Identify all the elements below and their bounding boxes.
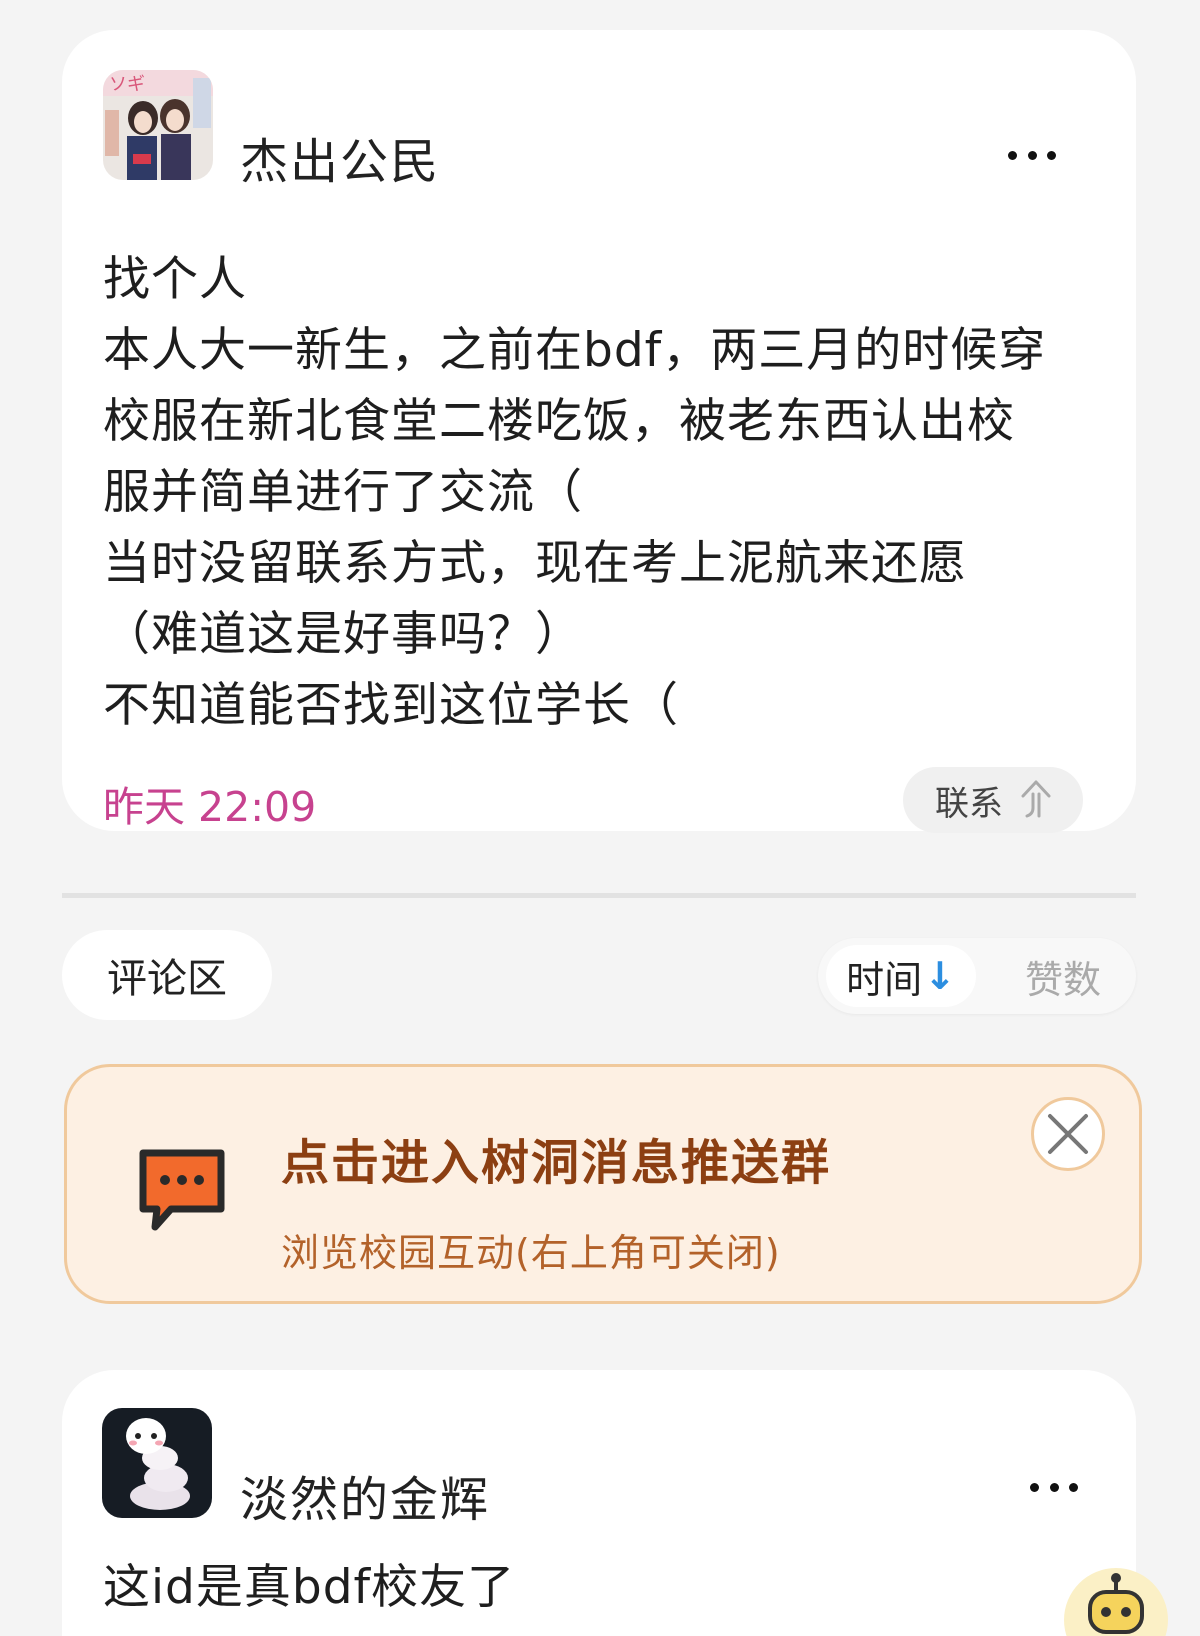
contact-label: 联系 <box>935 783 1003 824</box>
comment-author-avatar[interactable] <box>102 1408 212 1518</box>
section-divider <box>62 893 1136 898</box>
post-author-avatar[interactable]: ソギ <box>103 70 213 180</box>
comment-more-icon[interactable] <box>1024 1472 1084 1502</box>
assistant-bot-button[interactable] <box>1064 1568 1168 1636</box>
sort-toggle: 时间 ↓ 赞数 <box>818 938 1136 1014</box>
post-line: 服并简单进行了交流（ <box>103 465 583 520</box>
sort-by-likes-button[interactable]: 赞数 <box>1008 945 1118 1007</box>
chat-bubble-icon <box>137 1147 227 1237</box>
comment-author-name[interactable]: 淡然的金辉 <box>240 1460 490 1530</box>
post-line: （难道这是好事吗？） <box>103 607 583 662</box>
post-card: ソギ 杰出公民 找个人 本人大一新生，之前在bdf，两三月的时候穿 校服在新北食… <box>62 30 1136 833</box>
robot-icon <box>1088 1573 1144 1634</box>
post-line: 校服在新北食堂二楼吃饭，被老东西认出校 <box>103 394 1015 449</box>
comment-card: 淡然的金辉 这id是真bdf校友了 <box>62 1370 1136 1636</box>
post-line: 不知道能否找到这位学长（ <box>103 678 679 733</box>
post-line: 找个人 <box>103 252 247 307</box>
close-icon[interactable] <box>1031 1097 1105 1171</box>
share-icon <box>1019 778 1053 822</box>
post-author-name[interactable]: 杰出公民 <box>240 122 440 192</box>
post-content: 找个人 本人大一新生，之前在bdf，两三月的时候穿 校服在新北食堂二楼吃饭，被老… <box>103 244 1113 741</box>
post-timestamp: 昨天 22:09 <box>103 783 317 831</box>
push-group-banner[interactable]: 点击进入树洞消息推送群 浏览校园互动(右上角可关闭) <box>64 1064 1142 1304</box>
post-line: 当时没留联系方式，现在考上泥航来还愿 <box>103 536 967 591</box>
sort-time-label: 时间 <box>846 957 923 1002</box>
comment-text: 这id是真bdf校友了 <box>103 1560 516 1615</box>
post-more-icon[interactable] <box>1002 140 1062 170</box>
banner-title: 点击进入树洞消息推送群 <box>281 1135 832 1191</box>
post-line: 本人大一新生，之前在bdf，两三月的时候穿 <box>103 323 1047 378</box>
contact-button[interactable]: 联系 <box>903 767 1083 833</box>
comments-section-title: 评论区 <box>62 930 272 1020</box>
banner-subtitle: 浏览校园互动(右上角可关闭) <box>281 1231 781 1275</box>
sort-down-arrow-icon: ↓ <box>924 954 956 998</box>
sort-by-time-button[interactable]: 时间 ↓ <box>826 945 976 1007</box>
svg-text:ソギ: ソギ <box>109 74 145 95</box>
